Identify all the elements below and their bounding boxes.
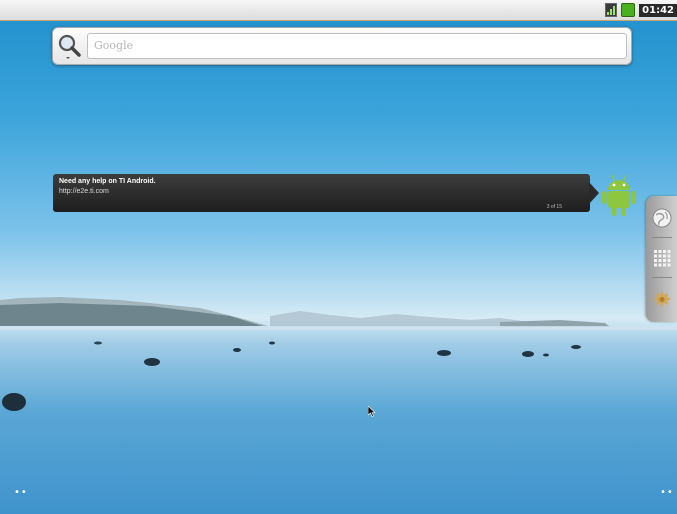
dock-divider xyxy=(652,237,672,238)
battery-icon xyxy=(621,3,636,17)
widget-title: Need any help on TI Android. xyxy=(59,178,156,185)
status-bar: 01:42 xyxy=(0,0,677,21)
dock-divider xyxy=(652,277,672,278)
widget-pointer xyxy=(589,182,599,204)
browser-globe-icon[interactable] xyxy=(650,206,674,230)
signal-icon xyxy=(605,3,618,17)
wallpaper xyxy=(0,0,677,514)
android-home-screen: 01:42 Google Need any help on TI Android… xyxy=(0,0,677,514)
ti-help-widget[interactable]: Need any help on TI Android. http://e2e.… xyxy=(53,174,590,212)
launcher-dock xyxy=(646,196,677,322)
mouse-pointer-icon xyxy=(367,402,376,417)
search-icon[interactable] xyxy=(56,31,84,61)
app-drawer-grid-icon[interactable] xyxy=(650,246,674,270)
widget-link[interactable]: http://e2e.ti.com xyxy=(59,187,584,197)
status-clock: 01:42 xyxy=(639,3,677,17)
home-page-indicator-left[interactable]: •• xyxy=(14,487,28,498)
settings-icon[interactable] xyxy=(650,288,674,312)
widget-page-count: 3 of 15 xyxy=(546,204,562,210)
home-page-indicator-right[interactable]: •• xyxy=(660,487,674,498)
search-input[interactable]: Google xyxy=(87,33,627,59)
google-search-widget[interactable]: Google xyxy=(52,27,632,65)
android-robot-icon[interactable] xyxy=(601,172,637,218)
status-icons: 01:42 xyxy=(605,2,677,18)
